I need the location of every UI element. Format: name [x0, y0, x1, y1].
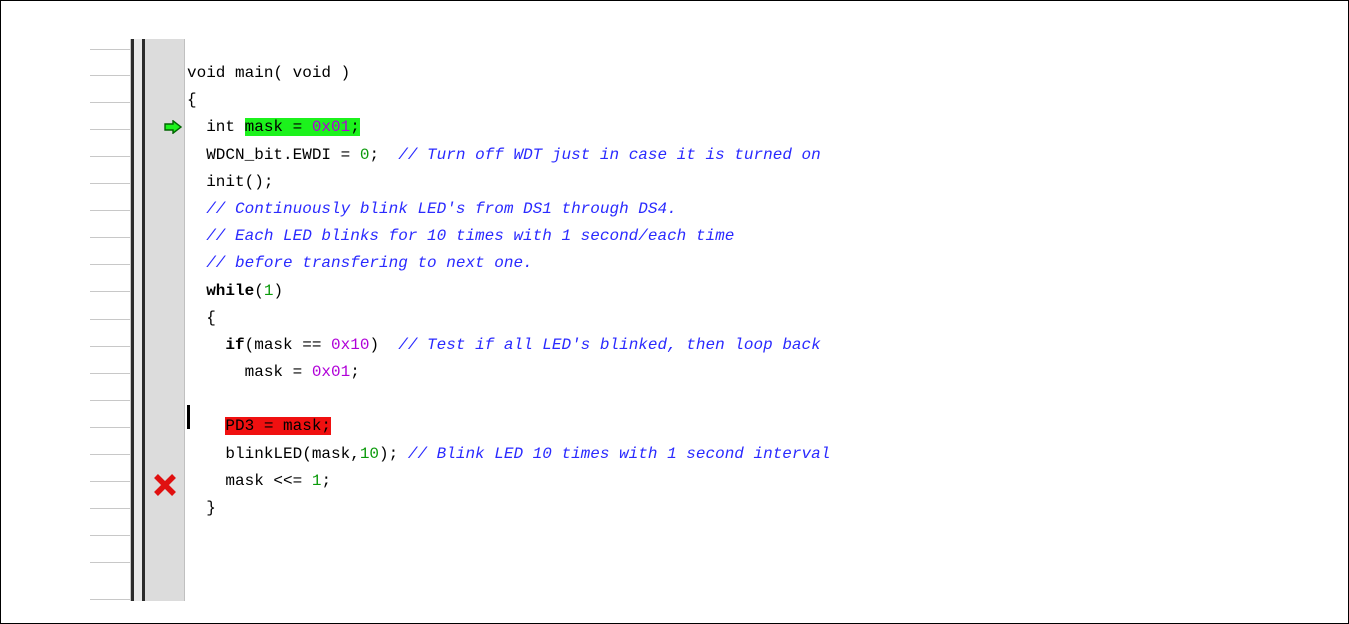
code-line[interactable]: mask <<= 1; — [187, 468, 830, 495]
ruler-tick — [90, 237, 130, 238]
code-comment: // before transfering to next one. — [206, 254, 533, 273]
hex-literal: 0x10 — [331, 335, 370, 354]
keyword: if — [225, 335, 245, 354]
ruler-tick — [90, 49, 130, 50]
code-text: { — [206, 308, 216, 327]
current-statement-highlight: mask = 0x01; — [244, 118, 360, 137]
gutter-edge — [184, 39, 185, 601]
number-literal: 0 — [359, 145, 370, 164]
code-line[interactable]: { — [187, 305, 830, 332]
code-comment: // Each LED blinks for 10 times with 1 s… — [206, 227, 735, 246]
ruler-tick — [90, 291, 130, 292]
splitter-bar-center[interactable] — [134, 39, 142, 601]
code-text: (mask == — [244, 335, 332, 354]
code-text: ; — [369, 145, 399, 164]
code-text: mask = — [244, 118, 312, 137]
code-line[interactable]: WDCN_bit.EWDI = 0; // Turn off WDT just … — [187, 142, 830, 169]
code-text: init(); — [206, 172, 274, 191]
ruler-tick — [90, 319, 130, 320]
code-text: void main( void ) — [187, 64, 351, 82]
number-literal: 1 — [263, 281, 274, 300]
code-line[interactable]: if(mask == 0x10) // Test if all LED's bl… — [187, 332, 830, 359]
ruler-tick — [90, 454, 130, 455]
code-text: ( — [254, 281, 264, 300]
ruler-tick — [90, 373, 130, 374]
code-editor[interactable]: void main( void ) { int mask = 0x01; WDCN… — [187, 60, 830, 522]
ruler-tick — [90, 346, 130, 347]
ruler-tick — [90, 427, 130, 428]
ruler-tick — [90, 400, 130, 401]
ruler-tick — [90, 535, 130, 536]
hex-literal: 0x01 — [311, 118, 351, 137]
code-text: ; — [321, 471, 332, 490]
keyword: while — [206, 281, 255, 300]
code-line[interactable]: void main( void ) — [187, 60, 830, 87]
ruler-tick — [90, 75, 130, 76]
number-literal: 1 — [311, 471, 322, 490]
ruler-tick — [90, 156, 130, 157]
code-line[interactable]: PD3 = mask; — [187, 413, 830, 440]
code-line[interactable]: } — [187, 495, 830, 522]
hex-literal: 0x01 — [311, 363, 351, 382]
code-line[interactable]: // Continuously blink LED's from DS1 thr… — [187, 196, 830, 223]
ruler-tick — [90, 599, 130, 600]
ruler-tick — [90, 508, 130, 509]
number-literal: 10 — [359, 444, 380, 463]
code-text: mask <<= — [225, 471, 312, 490]
ruler-tick — [90, 264, 130, 265]
ide-editor-window: void main( void ) { int mask = 0x01; WDCN… — [0, 0, 1349, 624]
code-text: mask = — [244, 363, 312, 382]
ruler-tick — [90, 562, 130, 563]
ruler-tick — [90, 129, 130, 130]
green-arrow-icon — [164, 120, 182, 134]
code-text: { — [187, 91, 197, 110]
ruler-tick — [90, 183, 130, 184]
code-comment: // Continuously blink LED's from DS1 thr… — [206, 199, 677, 218]
code-text: ) — [273, 281, 284, 300]
code-text: ; — [350, 118, 360, 137]
code-text: ) — [369, 335, 399, 354]
code-line[interactable]: // before transfering to next one. — [187, 250, 830, 277]
code-text: int — [206, 118, 245, 137]
code-line[interactable]: int mask = 0x01; — [187, 114, 830, 141]
code-text: WDCN_bit.EWDI = — [206, 145, 360, 164]
code-line[interactable]: mask = 0x01; — [187, 359, 830, 386]
ruler-tick — [90, 481, 130, 482]
code-line[interactable]: { — [187, 87, 830, 114]
code-line[interactable]: init(); — [187, 169, 830, 196]
code-line[interactable]: // Each LED blinks for 10 times with 1 s… — [187, 223, 830, 250]
red-x-icon[interactable] — [152, 472, 178, 498]
line-ruler — [90, 39, 131, 601]
code-line[interactable] — [187, 386, 830, 413]
code-comment: // Turn off WDT just in case it is turne… — [398, 145, 821, 164]
code-line[interactable]: blinkLED(mask,10); // Blink LED 10 times… — [187, 441, 830, 468]
code-text: ); — [379, 444, 408, 463]
ruler-tick — [90, 102, 130, 103]
breakpoint-highlight: PD3 = mask; — [225, 417, 332, 436]
code-comment: // Blink LED 10 times with 1 second inte… — [407, 444, 831, 463]
code-line[interactable]: while(1) — [187, 278, 830, 305]
ruler-tick — [90, 210, 130, 211]
code-text: ; — [350, 363, 360, 382]
code-text: } — [206, 499, 216, 517]
code-text: blinkLED(mask, — [225, 444, 360, 463]
code-comment: // Test if all LED's blinked, then loop … — [398, 335, 821, 354]
